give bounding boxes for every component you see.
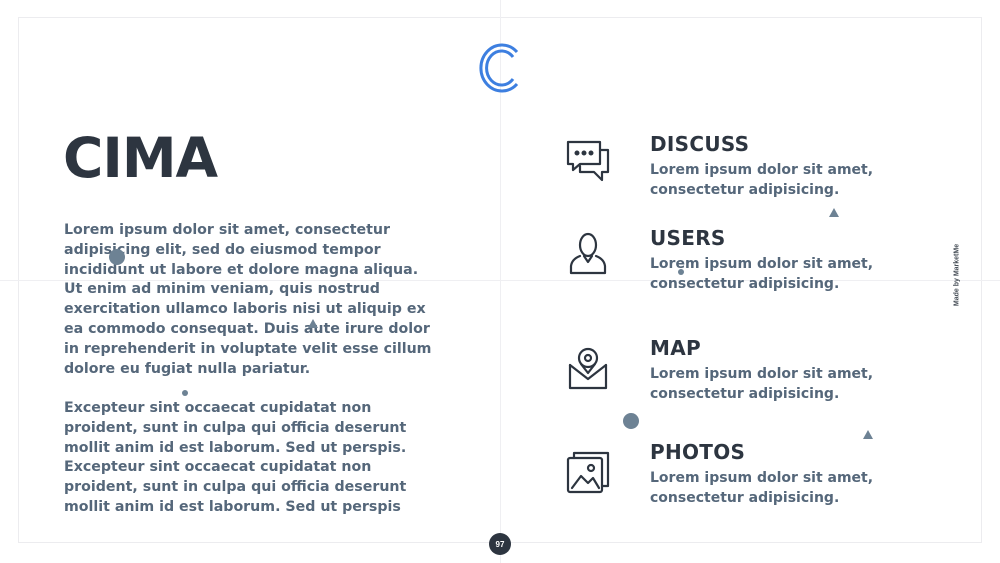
logo-c-icon xyxy=(479,43,519,93)
body-paragraph-1: Lorem ipsum dolor sit amet, consectetur … xyxy=(64,222,432,377)
slide-title: CIMA xyxy=(63,126,218,190)
feature-title-discuss: DISCUSS xyxy=(650,132,750,156)
decor-circle xyxy=(109,249,125,265)
page-number-badge: 97 xyxy=(489,533,511,555)
credit-text: Made by MarketMe xyxy=(953,243,961,307)
feature-title-users: USERS xyxy=(650,226,726,250)
feature-desc-discuss: Lorem ipsum dolor sit amet, consectetur … xyxy=(650,162,874,198)
body-paragraph-2: Excepteur sint occaecat cupidatat non pr… xyxy=(64,400,407,515)
photos-icon xyxy=(566,451,610,494)
decor-dot xyxy=(182,390,188,396)
decor-circle xyxy=(623,413,639,429)
map-pin-icon xyxy=(568,347,608,390)
feature-title-map: MAP xyxy=(650,336,701,360)
decor-dot xyxy=(678,269,684,275)
decor-triangle xyxy=(308,319,318,328)
decor-triangle xyxy=(863,430,873,439)
feature-desc-map: Lorem ipsum dolor sit amet, consectetur … xyxy=(650,366,874,402)
chat-bubbles-icon xyxy=(566,140,610,182)
decor-triangle xyxy=(829,208,839,217)
feature-desc-photos: Lorem ipsum dolor sit amet, consectetur … xyxy=(650,470,874,506)
feature-title-photos: PHOTOS xyxy=(650,440,746,464)
user-icon xyxy=(569,232,607,275)
feature-desc-users: Lorem ipsum dolor sit amet, consectetur … xyxy=(650,256,874,292)
